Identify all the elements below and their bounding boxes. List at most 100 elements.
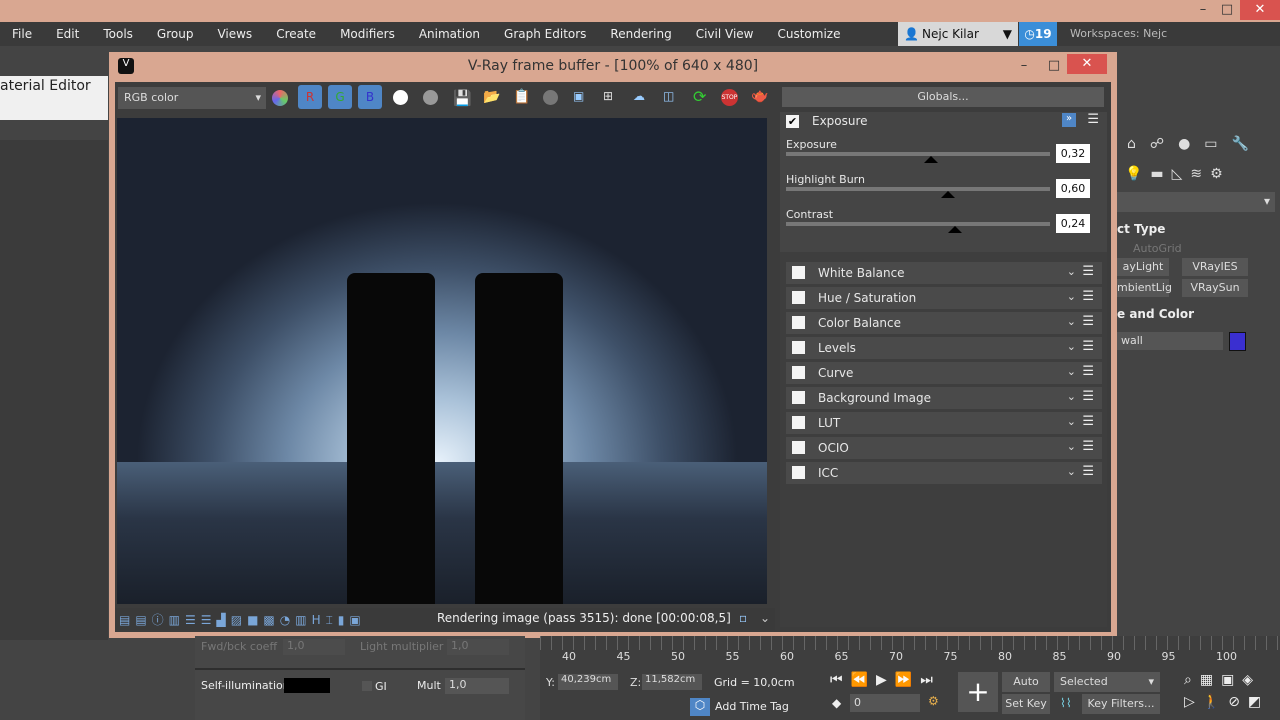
layer-checkbox[interactable] xyxy=(792,316,805,329)
menu-tools[interactable]: Tools xyxy=(91,27,145,41)
current-frame-field[interactable]: 0 xyxy=(850,694,920,712)
layer-checkbox[interactable] xyxy=(792,341,805,354)
menu-icon[interactable]: ☰ xyxy=(1082,364,1094,379)
time-ruler[interactable] xyxy=(540,636,1280,650)
compare-icon[interactable]: ◫ xyxy=(663,89,674,103)
autogrid-checkbox[interactable]: AutoGrid xyxy=(1133,242,1182,255)
viewport-nav-icons[interactable]: ⌕▦▣◈ xyxy=(1184,672,1261,688)
layer-curve[interactable]: Curve ⌄ ☰ xyxy=(786,362,1102,384)
layer-checkbox[interactable] xyxy=(792,416,805,429)
fwd-bck-coeff-field[interactable]: 1,0 xyxy=(283,639,345,655)
menu-views[interactable]: Views xyxy=(205,27,264,41)
self-illumination-color-swatch[interactable] xyxy=(284,678,330,693)
layer-icc[interactable]: ICC ⌄ ☰ xyxy=(786,462,1102,484)
key-filter-icon[interactable]: ⌇⌇ xyxy=(1060,696,1072,710)
layer-checkbox[interactable] xyxy=(792,391,805,404)
menu-create[interactable]: Create xyxy=(264,27,328,41)
layer-checkbox[interactable] xyxy=(792,291,805,304)
contrast-slider[interactable] xyxy=(786,222,1050,226)
layer-checkbox[interactable] xyxy=(792,466,805,479)
add-time-tag-button[interactable]: Add Time Tag xyxy=(715,700,789,713)
expand-icon[interactable]: ⌄ xyxy=(1067,465,1076,478)
red-channel-button[interactable]: R xyxy=(298,85,322,109)
menu-icon[interactable]: ☰ xyxy=(1082,314,1094,329)
menu-icon[interactable]: ☰ xyxy=(1082,339,1094,354)
expand-icon[interactable]: ⌄ xyxy=(1067,340,1076,353)
white-alpha-icon[interactable] xyxy=(393,90,408,105)
stop-icon[interactable]: STOP xyxy=(721,89,738,106)
notifications-badge[interactable]: ◷19 xyxy=(1019,22,1057,46)
close-button[interactable]: ✕ xyxy=(1240,0,1280,20)
vrayambientlight-button[interactable]: mbientLig xyxy=(1117,279,1172,297)
highlight-burn-slider[interactable] xyxy=(786,187,1050,191)
playback-controls[interactable]: ⏮⏪▶⏩⏭ xyxy=(830,672,941,688)
clear-image-icon[interactable] xyxy=(543,90,558,105)
layer-levels[interactable]: Levels ⌄ ☰ xyxy=(786,337,1102,359)
track-mouse-icon[interactable]: ▣ xyxy=(573,89,584,103)
menu-customize[interactable]: Customize xyxy=(765,27,852,41)
menu-animation[interactable]: Animation xyxy=(407,27,492,41)
set-key-button[interactable]: Set Key xyxy=(1002,694,1050,714)
layer-color-balance[interactable]: Color Balance ⌄ ☰ xyxy=(786,312,1102,334)
menu-icon[interactable]: ☰ xyxy=(1082,389,1094,404)
highlight-burn-slider-thumb[interactable] xyxy=(941,191,955,198)
vrayies-button[interactable]: VRayIES xyxy=(1182,258,1248,276)
vfb-maximize-button[interactable]: □ xyxy=(1039,56,1069,76)
vraysun-button[interactable]: VRaySun xyxy=(1182,279,1248,297)
vfb-close-button[interactable]: ✕ xyxy=(1067,54,1107,74)
menu-icon[interactable]: ☰ xyxy=(1082,464,1094,479)
exposure-value-field[interactable]: 0,32 xyxy=(1056,144,1090,163)
mult-field[interactable]: 1,0 xyxy=(445,678,509,694)
menu-rendering[interactable]: Rendering xyxy=(598,27,683,41)
y-coord-field[interactable]: 40,239cm xyxy=(558,674,618,690)
globals-button[interactable]: Globals... xyxy=(782,87,1104,107)
maximize-button[interactable]: □ xyxy=(1212,0,1242,20)
expand-icon[interactable]: ⌄ xyxy=(1067,265,1076,278)
menu-icon[interactable]: ☰ xyxy=(1082,264,1094,279)
key-mode-icon[interactable]: ◆ xyxy=(832,696,841,710)
exposure-slider-thumb[interactable] xyxy=(924,156,938,163)
rendered-image[interactable] xyxy=(117,118,767,604)
menu-icon[interactable]: ☰ xyxy=(1082,414,1094,429)
layer-checkbox[interactable] xyxy=(792,366,805,379)
clipboard-icon[interactable]: 📋 xyxy=(513,89,530,105)
layer-ocio[interactable]: OCIO ⌄ ☰ xyxy=(786,437,1102,459)
color-channels-icon[interactable] xyxy=(272,90,288,106)
menu-icon[interactable]: ☰ xyxy=(1082,439,1094,454)
channel-select[interactable]: RGB color ▾ xyxy=(118,87,266,109)
save-icon[interactable]: 💾 xyxy=(453,89,472,107)
contrast-value-field[interactable]: 0,24 xyxy=(1056,214,1090,233)
refresh-icon[interactable]: ⟳ xyxy=(693,87,706,106)
menu-icon[interactable]: ☰ xyxy=(1087,112,1099,127)
layer-lut[interactable]: LUT ⌄ ☰ xyxy=(786,412,1102,434)
menu-edit[interactable]: Edit xyxy=(44,27,91,41)
object-name-field[interactable]: wall xyxy=(1117,332,1223,350)
vfb-bottom-toolbar-icons[interactable]: ▤▤ⓘ▥☰☰▟▨■▩◔▥H⌶▮▣ xyxy=(119,611,366,628)
category-dropdown[interactable]: ▾ xyxy=(1117,192,1275,212)
mono-icon[interactable] xyxy=(423,90,438,105)
left-viewport[interactable] xyxy=(0,140,108,640)
open-folder-icon[interactable]: 📂 xyxy=(483,89,500,105)
expand-icon[interactable]: ⌄ xyxy=(1067,415,1076,428)
expand-icon[interactable]: ⌄ xyxy=(1067,290,1076,303)
key-selection-dropdown[interactable]: Selected ▾ xyxy=(1054,672,1160,692)
viewport-nav-icons-2[interactable]: ▷🚶⊘◩ xyxy=(1184,694,1269,710)
region-render-icon[interactable]: ⊞ xyxy=(603,89,613,103)
contrast-slider-thumb[interactable] xyxy=(948,226,962,233)
time-config-icon[interactable]: ⚙ xyxy=(928,694,939,708)
workspaces-selector[interactable]: Workspaces: Nejc xyxy=(1070,22,1167,46)
menu-civil-view[interactable]: Civil View xyxy=(684,27,766,41)
green-channel-button[interactable]: G xyxy=(328,85,352,109)
exposure-slider[interactable] xyxy=(786,152,1050,156)
menu-file[interactable]: File xyxy=(0,27,44,41)
set-key-mode-icon[interactable]: + xyxy=(958,672,998,712)
key-filters-button[interactable]: Key Filters... xyxy=(1082,694,1160,714)
blue-channel-button[interactable]: B xyxy=(358,85,382,109)
light-multiplier-field[interactable]: 1,0 xyxy=(447,639,509,655)
layer-hue-saturation[interactable]: Hue / Saturation ⌄ ☰ xyxy=(786,287,1102,309)
expand-icon[interactable]: ⌄ xyxy=(1067,390,1076,403)
expand-icon[interactable]: ⌄ xyxy=(1067,365,1076,378)
collapse-icon[interactable]: » xyxy=(1062,113,1076,127)
layer-checkbox[interactable] xyxy=(792,266,805,279)
layer-background-image[interactable]: Background Image ⌄ ☰ xyxy=(786,387,1102,409)
